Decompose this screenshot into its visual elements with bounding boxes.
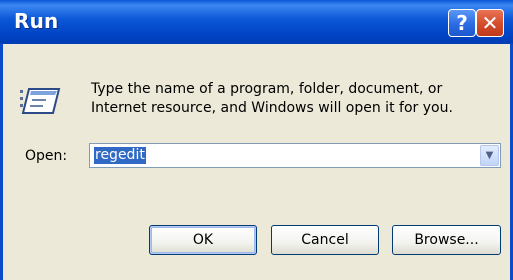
description-line-2: Internet resource, and Windows will open… <box>91 100 453 116</box>
description-line-1: Type the name of a program, folder, docu… <box>91 81 443 97</box>
close-icon: ✕ <box>481 11 499 35</box>
run-program-icon <box>20 88 61 114</box>
ok-button[interactable]: OK <box>149 225 257 255</box>
close-button[interactable]: ✕ <box>476 9 504 37</box>
open-combobox[interactable]: regedit ▼ <box>89 143 501 168</box>
description-text: Type the name of a program, folder, docu… <box>91 80 453 118</box>
dialog-body: Type the name of a program, folder, docu… <box>0 44 513 280</box>
chevron-down-icon: ▼ <box>485 150 494 161</box>
run-dialog: Run ? ✕ Type the name of a program, fold… <box>0 0 513 280</box>
open-input-value[interactable]: regedit <box>94 147 146 164</box>
dropdown-button[interactable]: ▼ <box>480 145 499 166</box>
window-title: Run <box>14 9 59 33</box>
cancel-button[interactable]: Cancel <box>271 225 379 255</box>
browse-button[interactable]: Browse... <box>392 225 501 255</box>
open-label: Open: <box>25 148 68 164</box>
title-bar[interactable]: Run ? ✕ <box>0 0 513 44</box>
help-button[interactable]: ? <box>448 9 476 37</box>
